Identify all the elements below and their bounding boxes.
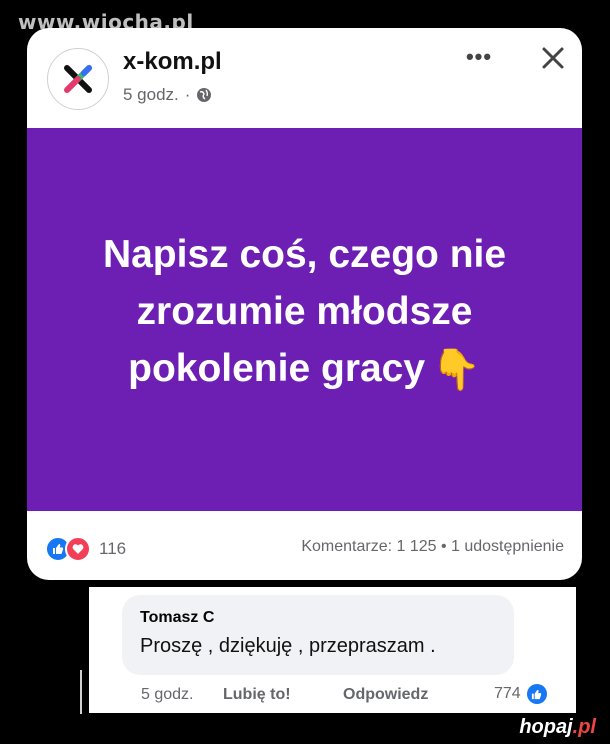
- comment-actions: 5 godz. Lubię to! Odpowiedz: [141, 686, 428, 704]
- thread-line: [80, 670, 82, 714]
- comment-author[interactable]: Tomasz C: [140, 609, 214, 627]
- banner-line: pokolenie gracy: [128, 346, 426, 390]
- comment-like-count: 774: [494, 685, 521, 702]
- banner-line: zrozumie młodsze: [136, 289, 473, 333]
- pointing-down-icon: 👇: [431, 347, 481, 394]
- hopaj-logo: hopaj.pl: [519, 716, 596, 739]
- close-icon: [542, 47, 564, 69]
- banner-line: Napisz coś, czego nie: [102, 232, 507, 276]
- comment-time[interactable]: 5 godz.: [141, 686, 223, 704]
- love-icon: [65, 536, 91, 562]
- page-name[interactable]: x-kom.pl: [123, 48, 222, 76]
- like-icon: [526, 684, 547, 704]
- banner-text: Napisz coś, czego nie zrozumie młodsze p…: [55, 226, 555, 399]
- post-image[interactable]: Napisz coś, czego nie zrozumie młodsze p…: [27, 128, 582, 511]
- logo-text: hopaj: [519, 716, 573, 738]
- reply-button[interactable]: Odpowiedz: [343, 686, 428, 704]
- x-kom-logo-icon: [64, 65, 92, 93]
- reaction-summary[interactable]: 116: [45, 536, 126, 562]
- comment-bubble: Tomasz C Proszę , dziękuję , przepraszam…: [122, 595, 514, 675]
- post-card: x-kom.pl 5 godz. · ••• Napisz coś, czego…: [27, 28, 582, 580]
- post-stats[interactable]: Komentarze: 1 125 • 1 udostępnienie: [301, 538, 564, 556]
- page-avatar[interactable]: [47, 48, 109, 110]
- more-icon[interactable]: •••: [459, 44, 499, 72]
- post-meta: 5 godz. ·: [123, 85, 212, 105]
- like-button[interactable]: Lubię to!: [223, 686, 343, 704]
- banner-line-last: pokolenie gracy 👇: [55, 340, 555, 399]
- reaction-count: 116: [99, 539, 127, 558]
- logo-suffix: .pl: [572, 716, 596, 738]
- post-time[interactable]: 5 godz.: [123, 85, 179, 105]
- meta-separator: ·: [184, 85, 191, 104]
- comment-text: Proszę , dziękuję , przepraszam .: [140, 635, 436, 657]
- close-button[interactable]: [535, 40, 571, 76]
- globe-icon: [197, 88, 212, 102]
- comment-likes[interactable]: 774: [494, 684, 547, 704]
